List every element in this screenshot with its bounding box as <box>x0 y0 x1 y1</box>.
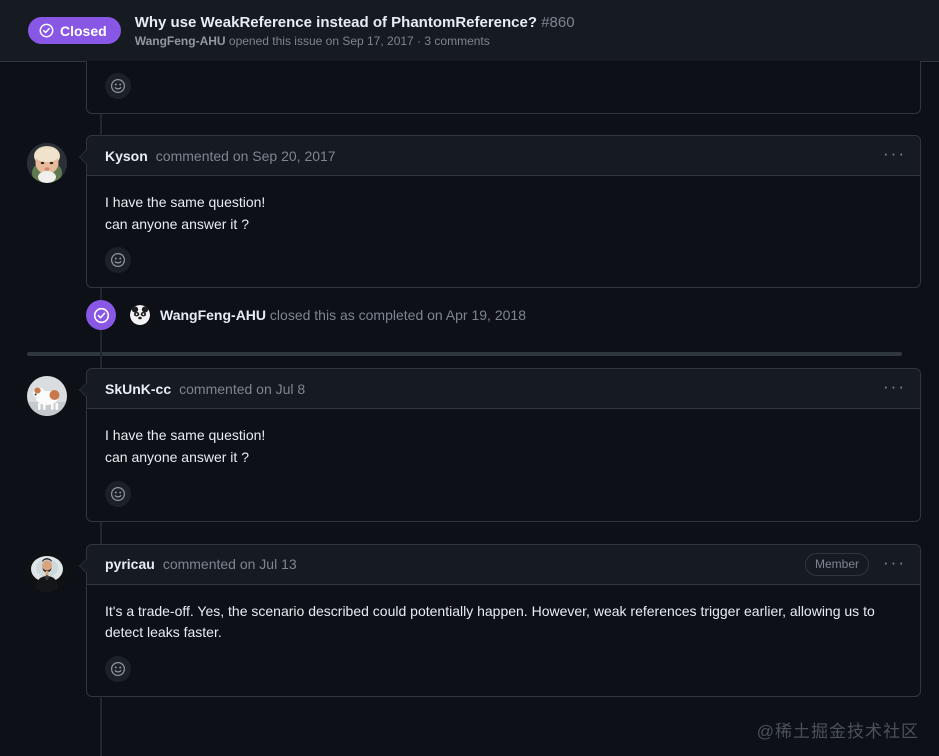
comment-body: I have the same question! can anyone ans… <box>87 176 920 235</box>
comment-line: It's a trade-off. Yes, the scenario desc… <box>105 601 902 644</box>
closed-event-row: WangFeng-AHU closed this as completed on… <box>0 288 921 342</box>
comment-timestamp: commented on Jul 8 <box>179 381 305 397</box>
closed-event-text: WangFeng-AHU closed this as completed on… <box>160 307 526 323</box>
comment-timestamp: commented on Jul 13 <box>163 556 297 572</box>
comment-body: I have the same question! can anyone ans… <box>87 409 920 468</box>
comment-card: Kyson commented on Sep 20, 2017 ··· I ha… <box>86 135 921 288</box>
issue-opened-text: opened this issue on Sep 17, 2017 <box>229 34 414 48</box>
comment-line: I have the same question! <box>105 425 902 447</box>
reaction-bar <box>87 235 920 287</box>
comment-menu-button[interactable]: ··· <box>877 550 908 579</box>
comment-card: SkUnK-cc commented on Jul 8 ··· I have t… <box>86 368 921 521</box>
comment-author[interactable]: pyricau <box>105 556 155 572</box>
comment-header: pyricau commented on Jul 13 Member ··· <box>87 545 920 585</box>
comment-author[interactable]: SkUnK-cc <box>105 381 171 397</box>
issue-number: #860 <box>541 14 574 31</box>
issue-subtitle: WangFeng-AHU opened this issue on Sep 17… <box>135 34 575 48</box>
avatar[interactable] <box>27 143 67 183</box>
comment-menu-button[interactable]: ··· <box>877 141 908 170</box>
comment-body: It's a trade-off. Yes, the scenario desc… <box>87 585 920 644</box>
status-badge: Closed <box>28 17 121 44</box>
smiley-icon[interactable] <box>105 247 131 273</box>
comment-card: pyricau commented on Jul 13 Member ··· I… <box>86 544 921 697</box>
avatar[interactable] <box>27 552 67 592</box>
reaction-bar <box>87 469 920 521</box>
issue-header: Closed Why use WeakReference instead of … <box>0 0 939 62</box>
reaction-bar <box>87 644 920 696</box>
check-circle-icon <box>39 23 54 38</box>
page-title: Why use WeakReference instead of Phantom… <box>135 14 575 31</box>
comment-menu-button[interactable]: ··· <box>877 374 908 403</box>
issue-title: Why use WeakReference instead of Phantom… <box>135 14 537 31</box>
avatar[interactable] <box>27 376 67 416</box>
status-badge-label: Closed <box>60 24 107 38</box>
comment-count: 3 comments <box>424 34 489 48</box>
comment-header: SkUnK-cc commented on Jul 8 ··· <box>87 369 920 409</box>
timeline-comment: SkUnK-cc commented on Jul 8 ··· I have t… <box>0 368 921 521</box>
comment-header: Kyson commented on Sep 20, 2017 ··· <box>87 136 920 176</box>
event-description: closed this as completed on Apr 19, 2018 <box>270 307 526 323</box>
check-circle-icon <box>86 300 116 330</box>
event-actor[interactable]: WangFeng-AHU <box>160 307 266 323</box>
comment-timestamp: commented on Sep 20, 2017 <box>156 148 336 164</box>
avatar[interactable] <box>130 305 150 325</box>
smiley-icon[interactable] <box>105 656 131 682</box>
partial-comment-card <box>86 61 921 114</box>
issue-timeline: Kyson commented on Sep 20, 2017 ··· I ha… <box>0 61 939 697</box>
comment-line: I have the same question! <box>105 192 902 214</box>
comment-author[interactable]: Kyson <box>105 148 148 164</box>
smiley-icon[interactable] <box>105 73 131 99</box>
comment-line: can anyone answer it ? <box>105 214 902 236</box>
issue-author-link[interactable]: WangFeng-AHU <box>135 34 226 48</box>
timeline-comment: Kyson commented on Sep 20, 2017 ··· I ha… <box>0 135 921 288</box>
timeline-comment: pyricau commented on Jul 13 Member ··· I… <box>0 544 921 697</box>
reaction-bar <box>87 61 920 99</box>
comment-line: can anyone answer it ? <box>105 447 902 469</box>
role-badge: Member <box>805 553 869 576</box>
watermark: @稀土掘金技术社区 <box>757 717 919 742</box>
header-texts: Why use WeakReference instead of Phantom… <box>135 14 575 48</box>
timeline-divider <box>27 352 902 356</box>
smiley-icon[interactable] <box>105 481 131 507</box>
meta-separator: · <box>417 34 421 48</box>
